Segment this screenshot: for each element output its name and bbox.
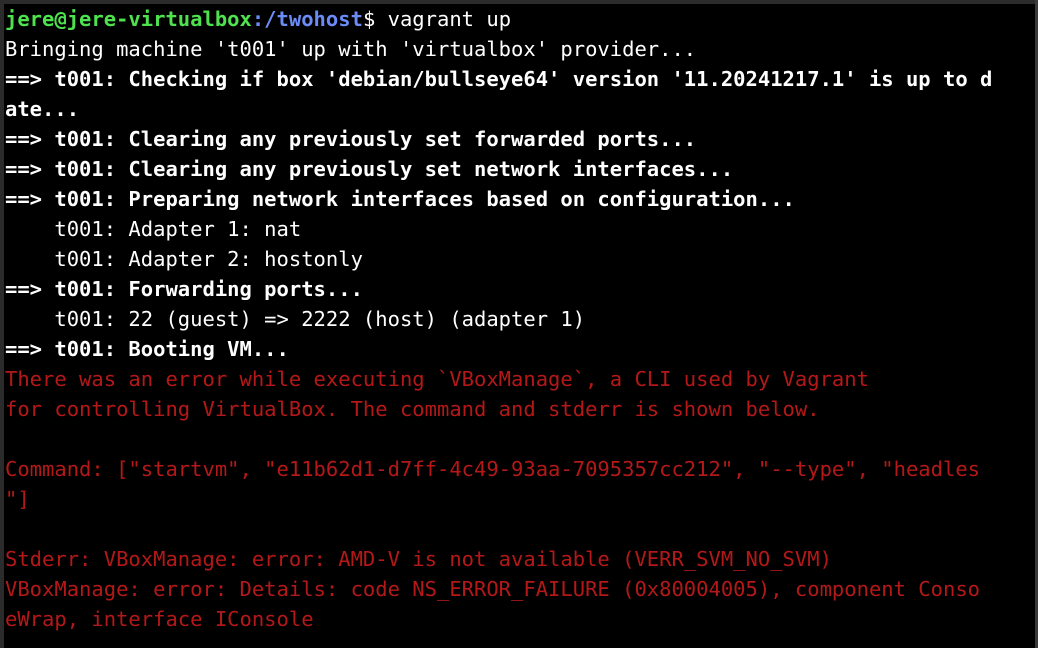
- prompt-line: jere@jere-virtualbox:/twohost$ vagrant u…: [4, 4, 1038, 34]
- error-line-4: Command: ["startvm", "e11b62d1-d7ff-4c49…: [5, 457, 981, 481]
- output-line-6: ==> t001: Preparing network interfaces b…: [5, 187, 795, 211]
- output-line-10: t001: 22 (guest) => 2222 (host) (adapter…: [5, 307, 586, 331]
- error-line-3: [4, 424, 1038, 454]
- output-line-1: Bringing machine 't001' up with 'virtual…: [5, 37, 697, 61]
- error-line-5: "]: [5, 487, 30, 511]
- prompt-symbol: $: [362, 7, 388, 31]
- output-line-11: ==> t001: Booting VM...: [5, 337, 289, 361]
- output-line-7: t001: Adapter 1: nat: [5, 217, 302, 241]
- output-line-2: ==> t001: Checking if box 'debian/bullse…: [5, 67, 993, 91]
- terminal-window: jere@jere-virtualbox:/twohost$ vagrant u…: [0, 0, 1038, 648]
- output-line-5: ==> t001: Clearing any previously set ne…: [5, 157, 734, 181]
- error-line-6: [4, 514, 1038, 544]
- error-line-1: There was an error while executing `VBox…: [5, 367, 869, 391]
- output-line-4: ==> t001: Clearing any previously set fo…: [5, 127, 697, 151]
- error-line-7: Stderr: VBoxManage: error: AMD-V is not …: [5, 547, 832, 571]
- error-line-8: VBoxManage: error: Details: code NS_ERRO…: [5, 577, 981, 601]
- terminal-output[interactable]: jere@jere-virtualbox:/twohost$ vagrant u…: [4, 4, 1038, 648]
- prompt-colon-path: :/twohost: [252, 7, 363, 31]
- output-line-3: ate...: [5, 97, 80, 121]
- prompt-path: :/twohost: [251, 7, 363, 31]
- error-line-9: eWrap, interface IConsole: [5, 607, 314, 631]
- output-line-8: t001: Adapter 2: hostonly: [5, 247, 363, 271]
- error-line-2: for controlling VirtualBox. The command …: [5, 397, 820, 421]
- prompt-command: vagrant up: [387, 7, 512, 31]
- output-line-9: ==> t001: Forwarding ports...: [5, 277, 363, 301]
- prompt-user-host: jere@jere-virtualbox: [5, 7, 252, 31]
